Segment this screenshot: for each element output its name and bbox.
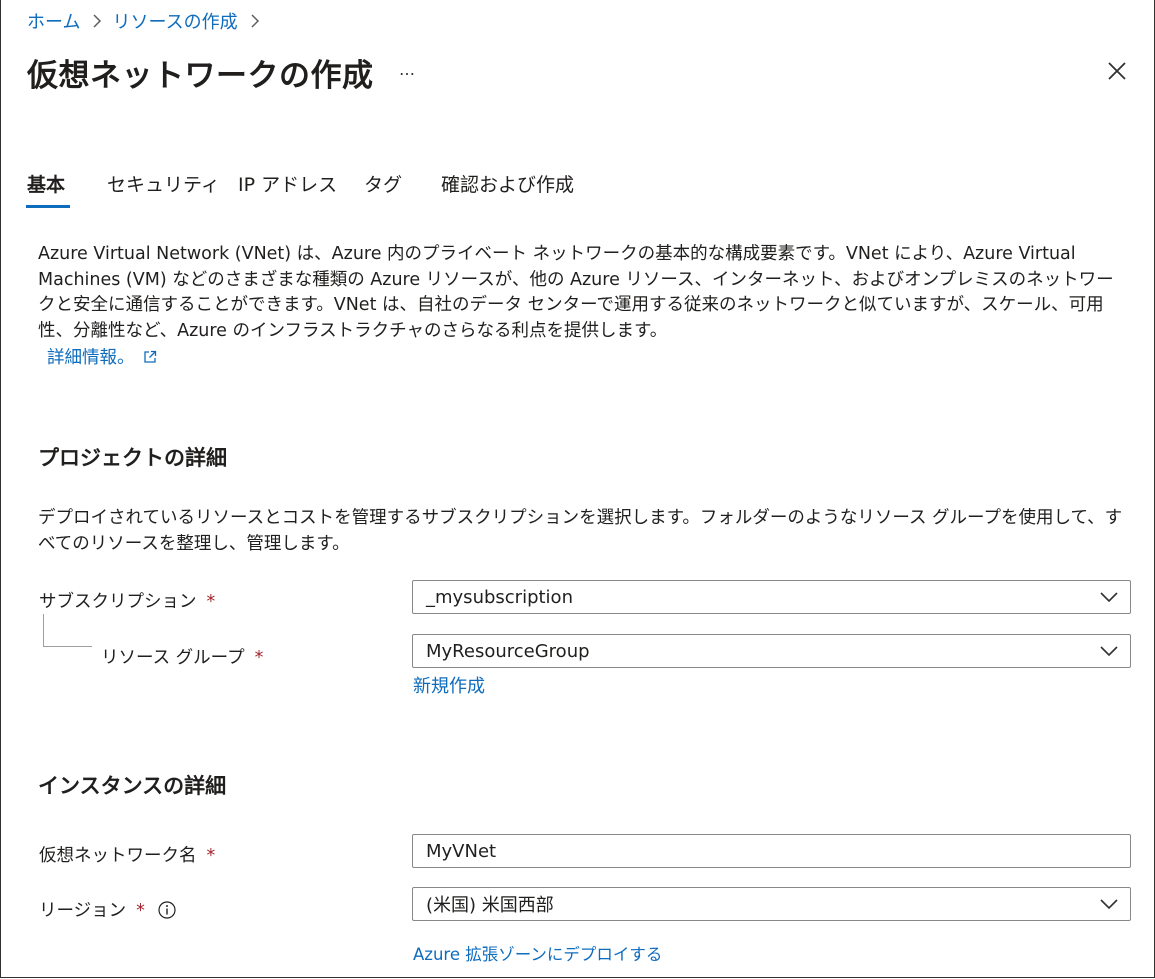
breadcrumb: ホーム リソースの作成	[27, 8, 270, 34]
vnet-name-value: MyVNet	[426, 840, 497, 862]
vnet-name-label-text: 仮想ネットワーク名	[39, 846, 197, 866]
breadcrumb-home[interactable]: ホーム	[27, 8, 80, 34]
subscription-label: サブスクリプション *	[39, 588, 215, 613]
intro-description: Azure Virtual Network (VNet) は、Azure 内のプ…	[38, 244, 1114, 341]
vnet-name-label: 仮想ネットワーク名 *	[39, 842, 215, 867]
resource-group-dropdown[interactable]: MyResourceGroup	[412, 634, 1131, 668]
required-marker: *	[206, 846, 216, 866]
region-label-text: リージョン	[39, 901, 127, 921]
learn-more-link[interactable]: 詳細情報。	[47, 344, 157, 369]
subscription-dropdown[interactable]: _mysubscription	[412, 580, 1131, 614]
resource-group-label-text: リソース グループ	[101, 648, 245, 668]
tab-ip-addresses[interactable]: IP アドレス	[238, 170, 337, 197]
required-marker: *	[136, 901, 145, 921]
resource-group-label: リソース グループ *	[101, 644, 263, 669]
info-icon[interactable]	[158, 901, 177, 919]
vnet-name-input[interactable]: MyVNet	[412, 834, 1131, 868]
chevron-down-icon	[1100, 646, 1118, 657]
tree-connector	[43, 614, 92, 647]
external-link-icon	[143, 350, 156, 363]
tab-basics[interactable]: 基本	[27, 170, 65, 197]
required-marker: *	[254, 648, 264, 668]
region-label: リージョン *	[39, 897, 177, 922]
page-title: 仮想ネットワークの作成	[27, 58, 374, 94]
tab-security[interactable]: セキュリティ	[107, 170, 220, 197]
tab-tags[interactable]: タグ	[364, 170, 402, 197]
more-options-button[interactable]: …	[399, 60, 417, 79]
resource-group-value: MyResourceGroup	[426, 640, 590, 662]
create-new-resource-group-link[interactable]: 新規作成	[413, 672, 485, 698]
project-details-heading: プロジェクトの詳細	[38, 446, 227, 470]
instance-details-heading: インスタンスの詳細	[38, 774, 227, 798]
close-button[interactable]	[1104, 58, 1130, 84]
subscription-label-text: サブスクリプション	[39, 592, 197, 612]
subscription-value: _mysubscription	[426, 586, 573, 608]
deploy-edge-zone-link[interactable]: Azure 拡張ゾーンにデプロイする	[413, 941, 662, 965]
region-dropdown[interactable]: (米国) 米国西部	[412, 887, 1131, 921]
close-icon	[1108, 62, 1126, 80]
tab-review-create[interactable]: 確認および作成	[441, 170, 574, 197]
active-tab-indicator	[26, 205, 70, 208]
project-details-description: デプロイされているリソースとコストを管理するサブスクリプションを選択します。フォ…	[38, 508, 1123, 554]
learn-more-label: 詳細情報。	[47, 348, 135, 368]
chevron-down-icon	[1100, 899, 1118, 910]
chevron-right-icon	[250, 13, 260, 29]
breadcrumb-create-resource[interactable]: リソースの作成	[112, 8, 237, 34]
chevron-down-icon	[1100, 592, 1118, 603]
region-value: (米国) 米国西部	[426, 895, 554, 916]
required-marker: *	[206, 592, 216, 612]
chevron-right-icon	[92, 13, 102, 29]
create-vnet-blade: ホーム リソースの作成 仮想ネットワークの作成 … 基本 セキュリティ IP ア…	[0, 0, 1155, 978]
